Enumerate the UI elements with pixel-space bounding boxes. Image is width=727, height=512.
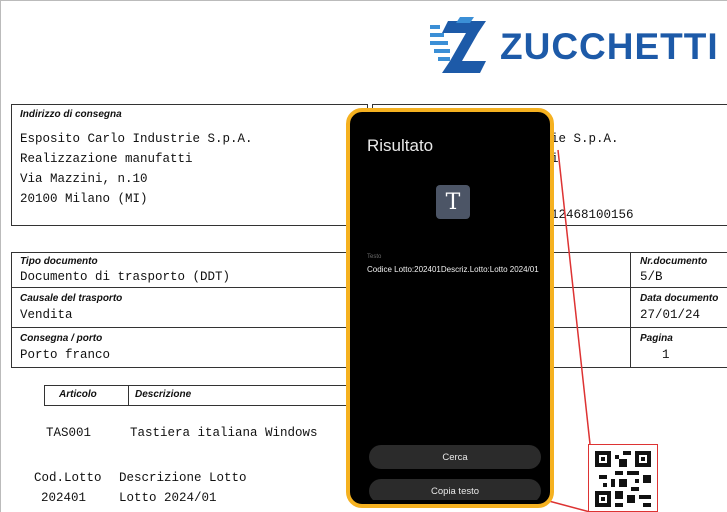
table-divider xyxy=(630,253,631,367)
article-description: Tastiera italiana Windows xyxy=(130,426,318,440)
copy-text-button[interactable]: Copia testo xyxy=(369,479,541,500)
doc-date-label: Data documento xyxy=(640,293,719,304)
lot-description-header: Descrizione Lotto xyxy=(119,471,247,485)
delivery-address-label: Indirizzo di consegna xyxy=(20,109,122,120)
search-button[interactable]: Cerca xyxy=(369,445,541,469)
address-line: 20100 Milano (MI) xyxy=(20,192,148,206)
article-header-label: Articolo xyxy=(59,389,97,400)
delivery-port-label: Consegna / porto xyxy=(20,333,103,344)
doc-number-label: Nr.documento xyxy=(640,256,708,267)
qr-code xyxy=(588,444,658,512)
page-border xyxy=(0,0,1,512)
result-title: Risultato xyxy=(367,136,434,155)
doc-type-label: Tipo documento xyxy=(20,256,98,267)
description-column-header: Descrizione xyxy=(128,385,360,406)
recipient-line: ie S.p.A. xyxy=(551,132,619,146)
doc-type-value: Documento di trasporto (DDT) xyxy=(20,270,231,284)
scan-result-screen: Risultato T Testo Codice Lotto:202401Des… xyxy=(354,116,546,500)
doc-date-value: 27/01/24 xyxy=(640,308,701,322)
address-line: Realizzazione manufatti xyxy=(20,152,193,166)
text-label: Testo xyxy=(367,254,382,260)
transport-reason-label: Causale del trasporto xyxy=(20,293,123,304)
lot-code: 202401 xyxy=(41,491,87,505)
scanned-text-value[interactable]: Codice Lotto:202401Descriz.Lotto:Lotto 2… xyxy=(367,265,542,275)
logo-text: ZUCCHETTI xyxy=(500,26,719,67)
page-value: 1 xyxy=(662,348,670,362)
delivery-address-box: Indirizzo di consegna Esposito Carlo Ind… xyxy=(11,104,368,226)
lot-code-header: Cod.Lotto xyxy=(34,471,102,485)
qr-code-icon xyxy=(595,451,651,507)
zucchetti-mark-icon xyxy=(430,17,486,73)
zucchetti-logo: ZUCCHETTI xyxy=(430,12,719,82)
transport-reason-value: Vendita xyxy=(20,308,73,322)
doc-number-value: 5/B xyxy=(640,270,663,284)
phone-screen-frame: Risultato T Testo Codice Lotto:202401Des… xyxy=(346,108,554,508)
description-header-label: Descrizione xyxy=(135,389,192,400)
address-line: Esposito Carlo Industrie S.p.A. xyxy=(20,132,253,146)
article-column-header: Articolo xyxy=(44,385,130,406)
lot-description: Lotto 2024/01 xyxy=(119,491,217,505)
article-code: TAS001 xyxy=(46,426,92,440)
text-T-icon: T xyxy=(436,185,470,219)
vat-number: 12468100156 xyxy=(551,208,634,222)
page-label: Pagina xyxy=(640,333,673,344)
page-border xyxy=(0,0,727,1)
address-line: Via Mazzini, n.10 xyxy=(20,172,148,186)
delivery-port-value: Porto franco xyxy=(20,348,111,362)
